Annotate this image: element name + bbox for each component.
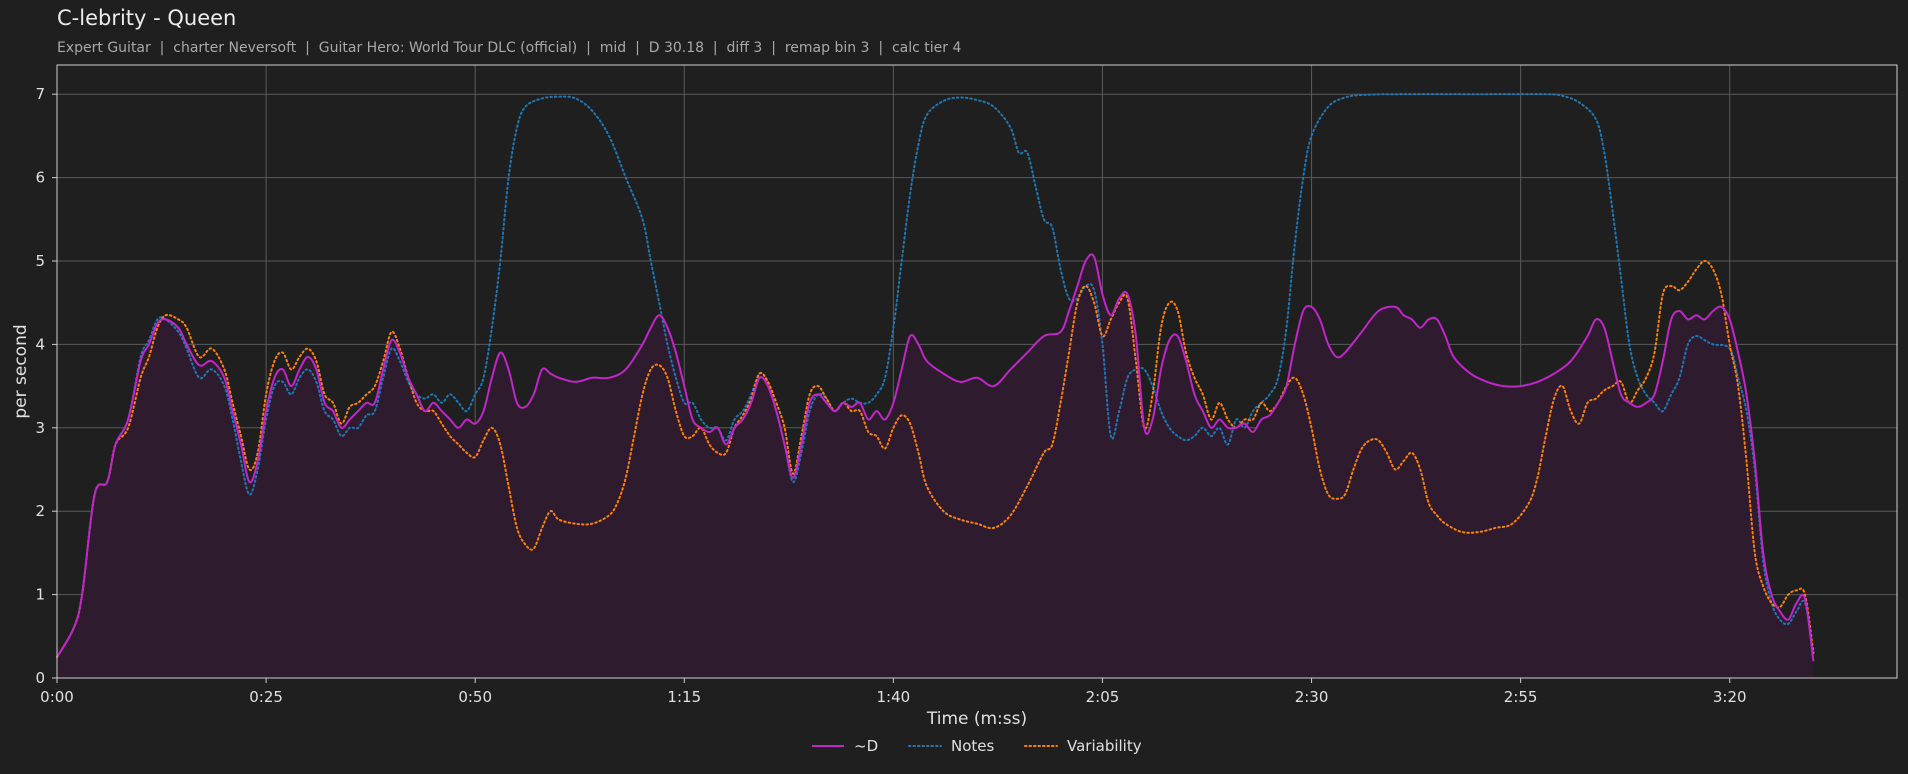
y-tick-label: 4 xyxy=(35,335,45,353)
x-tick-label: 0:00 xyxy=(40,688,74,706)
x-axis-label: Time (m:ss) xyxy=(926,709,1027,729)
y-tick-label: 0 xyxy=(35,669,45,687)
y-axis-label: per second xyxy=(11,324,31,418)
x-tick-label: 1:15 xyxy=(667,688,701,706)
y-tick-label: 2 xyxy=(35,502,45,520)
y-tick-label: 3 xyxy=(35,419,45,437)
x-tick-label: 2:05 xyxy=(1086,688,1120,706)
y-tick-label: 1 xyxy=(35,586,45,604)
x-tick-label: 3:20 xyxy=(1713,688,1747,706)
x-tick-label: 0:50 xyxy=(458,688,492,706)
legend: ~D Notes Variability xyxy=(812,737,1142,755)
legend-label-notes: Notes xyxy=(951,737,995,755)
legend-label-d: ~D xyxy=(854,737,878,755)
series-d-area xyxy=(57,254,1814,678)
x-tick-label: 1:40 xyxy=(877,688,911,706)
x-tick-label: 2:30 xyxy=(1295,688,1329,706)
area-fill-layer xyxy=(57,254,1814,678)
y-tick-label: 7 xyxy=(35,85,45,103)
x-tick-label: 0:25 xyxy=(249,688,283,706)
legend-label-variability: Variability xyxy=(1067,737,1142,755)
y-tick-label: 6 xyxy=(35,169,45,187)
y-tick-label: 5 xyxy=(35,252,45,270)
chart-canvas: 0:00 0:25 0:50 1:15 1:40 2:05 2:30 2:55 3:20 0 1 2 3… xyxy=(11,64,1898,755)
x-tick-label: 2:55 xyxy=(1504,688,1538,706)
